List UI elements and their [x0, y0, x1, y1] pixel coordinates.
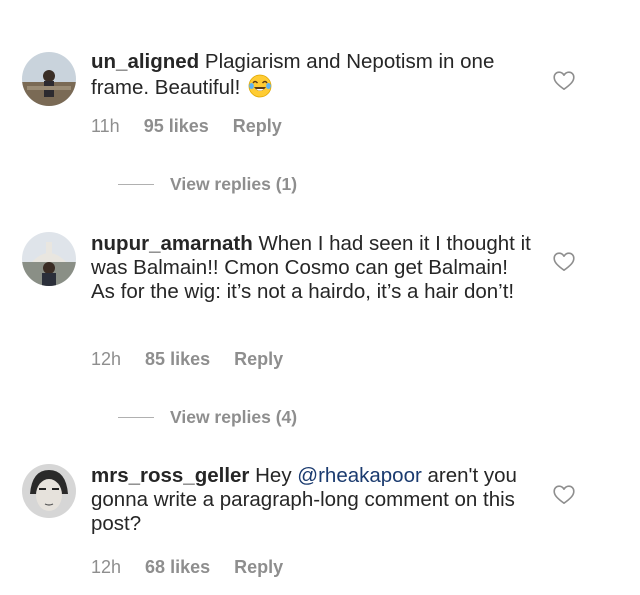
comment-username[interactable]: un_aligned: [91, 50, 199, 73]
avatar-nupur-amarnath[interactable]: [22, 232, 76, 286]
reply-button[interactable]: Reply: [234, 349, 283, 369]
avatar-un-aligned[interactable]: [22, 52, 76, 106]
comment-likes[interactable]: 95 likes: [144, 116, 209, 136]
view-replies-label: View replies (4): [170, 407, 298, 427]
face-with-tears-of-joy-icon: [248, 74, 272, 98]
comment-text-before: Hey: [255, 464, 292, 487]
reply-button[interactable]: Reply: [233, 116, 282, 136]
comment-username[interactable]: nupur_amarnath: [91, 232, 253, 255]
comment-time: 12h: [91, 349, 122, 369]
comment-body: nupur_amarnath When I had seen it I thou…: [91, 232, 531, 304]
mention-link[interactable]: @rheakapoor: [297, 464, 422, 487]
avatar-mrs-ross-geller[interactable]: [22, 464, 76, 518]
comment-meta: 11h 95 likes Reply: [91, 116, 306, 137]
comment-username[interactable]: mrs_ross_geller: [91, 464, 249, 487]
view-replies-button[interactable]: View replies (1): [118, 174, 297, 195]
view-replies-button[interactable]: View replies (4): [118, 407, 297, 428]
comment-likes[interactable]: 68 likes: [145, 557, 210, 577]
divider-line: [118, 416, 154, 418]
comment-time: 12h: [91, 557, 122, 577]
comment-meta: 12h 68 likes Reply: [91, 557, 307, 578]
comment-likes[interactable]: 85 likes: [145, 349, 210, 369]
divider-line: [118, 183, 154, 185]
reply-button[interactable]: Reply: [234, 557, 283, 577]
heart-icon[interactable]: [553, 252, 575, 272]
comment-body: un_aligned Plagiarism and Nepotism in on…: [91, 50, 531, 100]
comment-time: 11h: [91, 116, 120, 136]
heart-icon[interactable]: [553, 485, 575, 505]
comment-meta: 12h 85 likes Reply: [91, 349, 307, 370]
view-replies-label: View replies (1): [170, 174, 298, 194]
heart-icon[interactable]: [553, 71, 575, 91]
comment-body: mrs_ross_geller Hey @rheakapoor aren't y…: [91, 464, 531, 536]
